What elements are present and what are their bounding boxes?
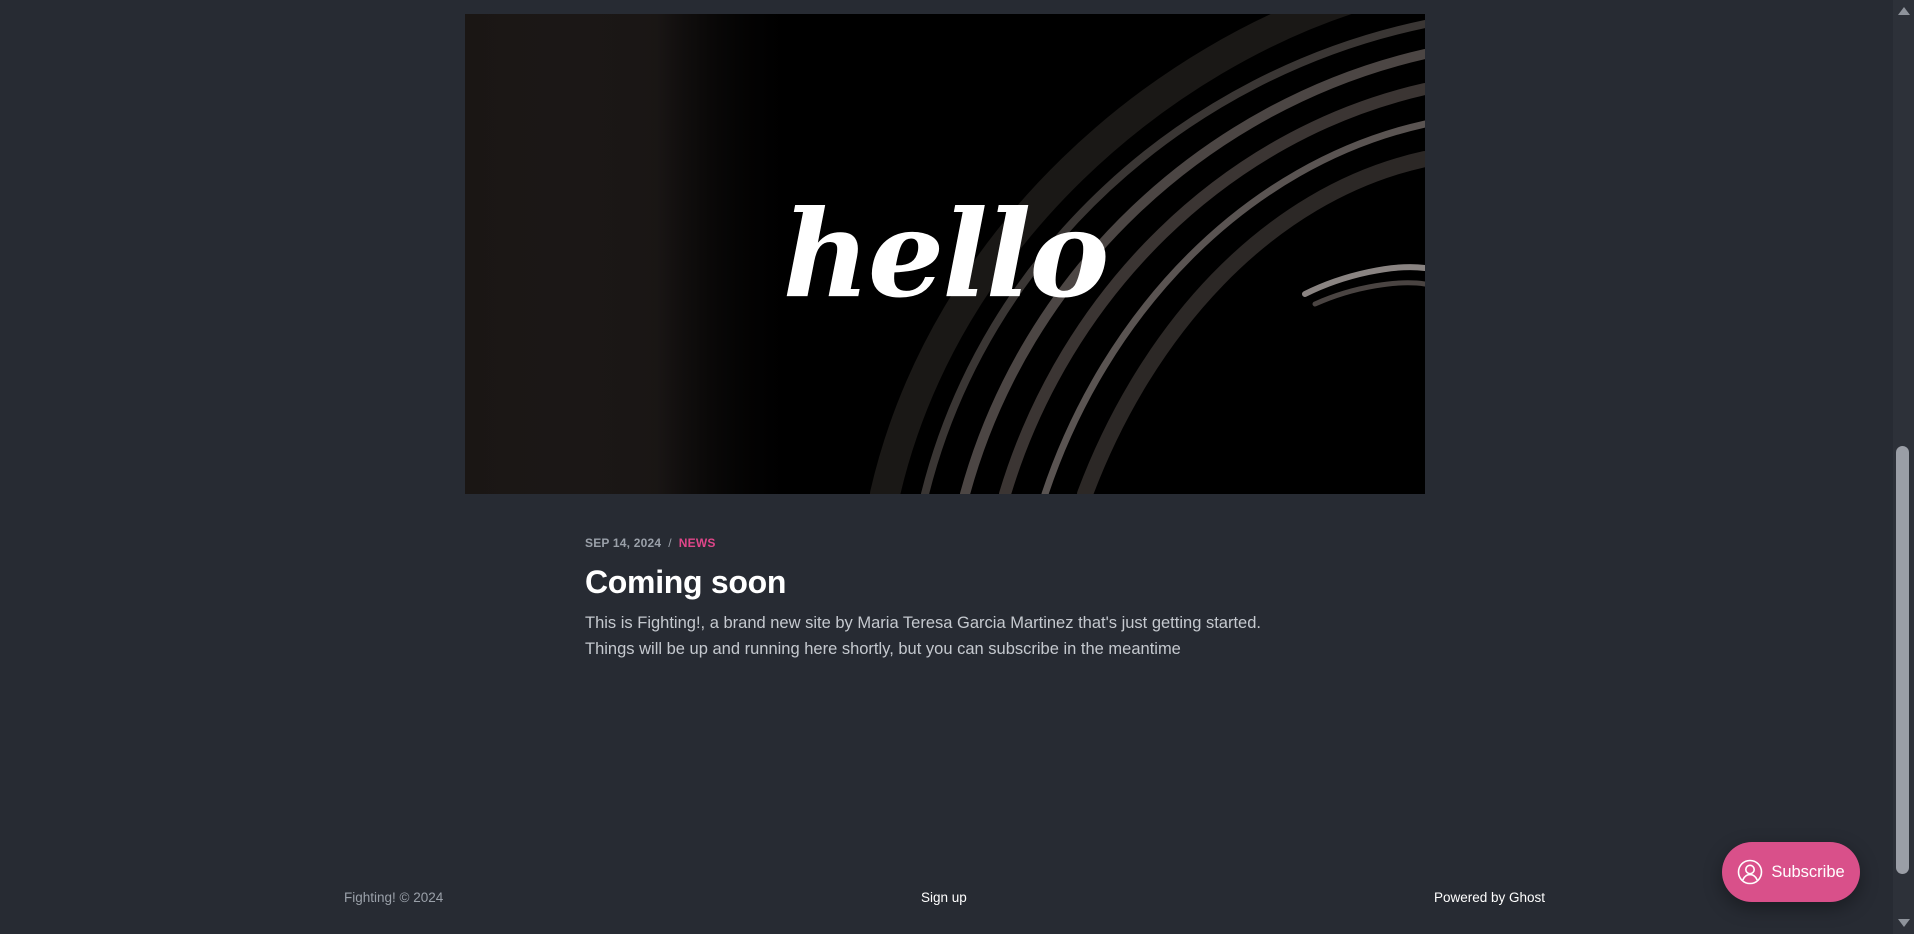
meta-separator: / xyxy=(668,536,672,550)
site-footer: Fighting! © 2024 Sign up Powered by Ghos… xyxy=(344,890,1545,910)
post-card: SEP 14, 2024 / NEWS Coming soon This is … xyxy=(585,536,1305,662)
footer-copyright: Fighting! © 2024 xyxy=(344,890,444,905)
post-date: SEP 14, 2024 xyxy=(585,536,662,550)
svg-text:hello: hello xyxy=(783,184,1108,325)
page: hello SEP 14, 2024 / NEWS Coming soon Th… xyxy=(0,0,1914,934)
post-title[interactable]: Coming soon xyxy=(585,562,1305,602)
post-meta: SEP 14, 2024 / NEWS xyxy=(585,536,1305,550)
portal-subscribe-button[interactable]: Subscribe xyxy=(1722,842,1860,902)
powered-by-ghost-link[interactable]: Powered by Ghost xyxy=(1434,890,1545,905)
page-scrollbar[interactable] xyxy=(1893,0,1914,934)
scroll-down-arrow-icon[interactable] xyxy=(1898,919,1910,927)
post-excerpt[interactable]: This is Fighting!, a brand new site by M… xyxy=(585,610,1305,662)
scroll-up-arrow-icon[interactable] xyxy=(1898,7,1910,15)
hello-feature-image: hello xyxy=(465,14,1425,494)
user-circle-icon xyxy=(1738,859,1763,885)
footer-signup-link[interactable]: Sign up xyxy=(921,890,967,905)
scrollbar-thumb[interactable] xyxy=(1896,446,1909,874)
post-feature-image[interactable]: hello xyxy=(465,14,1425,494)
subscribe-label: Subscribe xyxy=(1771,862,1845,881)
post-tag-link[interactable]: NEWS xyxy=(679,536,716,550)
